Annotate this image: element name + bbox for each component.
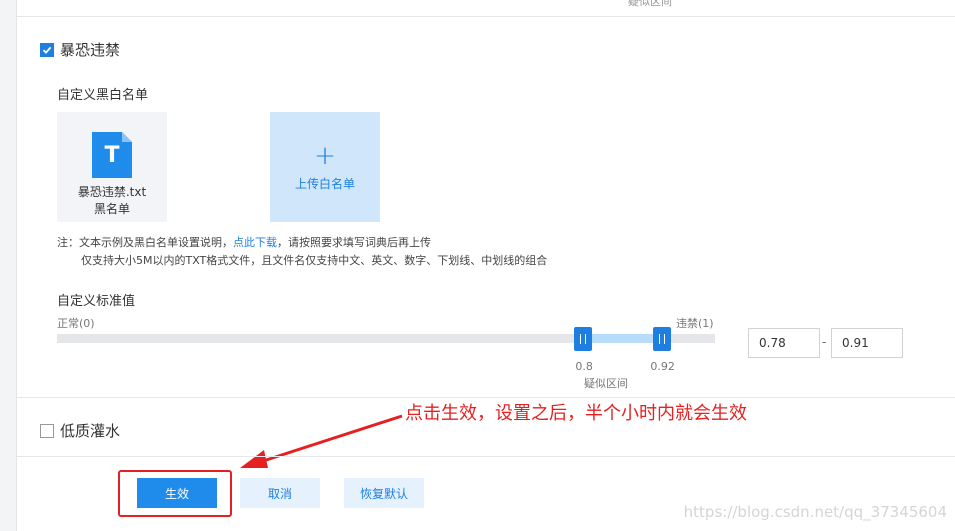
range-dash: - bbox=[822, 335, 827, 349]
footer-divider bbox=[17, 456, 955, 457]
scale-left-label: 正常(0) bbox=[57, 317, 95, 330]
annotation-text: 点击生效，设置之后，半个小时内就会生效 bbox=[405, 403, 747, 424]
note-suffix: ，请按照要求填写词典后再上传 bbox=[277, 236, 431, 249]
section-lowquality-header[interactable]: 低质灌水 bbox=[40, 420, 120, 441]
upload-whitelist-button[interactable]: + 上传白名单 bbox=[270, 112, 380, 222]
annotation-arrow-icon bbox=[240, 414, 403, 468]
top-divider bbox=[17, 16, 955, 17]
upload-whitelist-label: 上传白名单 bbox=[294, 176, 355, 191]
threshold-heading: 自定义标准值 bbox=[57, 294, 136, 309]
check-icon bbox=[42, 46, 52, 54]
handle-low-value: 0.8 bbox=[575, 360, 593, 373]
checkbox-lowquality[interactable] bbox=[40, 423, 54, 438]
checkbox-terror[interactable] bbox=[40, 42, 54, 57]
download-link[interactable]: 点此下载 bbox=[233, 236, 277, 249]
section-terror-header[interactable]: 暴恐违禁 bbox=[40, 39, 120, 60]
left-sidebar-strip bbox=[0, 0, 17, 531]
suspect-range-label: 疑似区间 bbox=[584, 377, 628, 390]
apply-button[interactable]: 生效 bbox=[137, 478, 217, 508]
section-terror-title: 暴恐违禁 bbox=[60, 41, 121, 59]
threshold-slider-track[interactable] bbox=[57, 334, 715, 343]
range-label-previous: 疑似区间 bbox=[628, 0, 672, 8]
section-divider bbox=[17, 397, 955, 398]
cancel-button[interactable]: 取消 bbox=[240, 478, 320, 508]
plus-icon: + bbox=[314, 140, 336, 171]
section-lowquality-title: 低质灌水 bbox=[60, 422, 121, 440]
reset-default-button[interactable]: 恢复默认 bbox=[344, 478, 424, 508]
slider-handle-low[interactable] bbox=[574, 327, 593, 351]
file-list-type: 黑名单 bbox=[93, 202, 130, 216]
slider-handle-high[interactable] bbox=[653, 327, 672, 351]
threshold-high-input[interactable]: 0.91 bbox=[831, 328, 903, 358]
threshold-low-input[interactable]: 0.78 bbox=[748, 328, 820, 358]
blacklist-file-card[interactable]: T 暴恐违禁.txt 黑名单 bbox=[57, 112, 167, 222]
txt-file-icon: T bbox=[92, 132, 132, 178]
file-icon-letter: T bbox=[104, 143, 120, 168]
note-prefix: 注：文本示例及黑白名单设置说明， bbox=[57, 236, 233, 249]
upload-note-line1: 注：文本示例及黑白名单设置说明，点此下载，请按照要求填写词典后再上传 bbox=[57, 234, 431, 250]
scale-right-label: 违禁(1) bbox=[676, 317, 714, 330]
upload-note-line2: 仅支持大小5M以内的TXT格式文件，且文件名仅支持中文、英文、数字、下划线、中划… bbox=[81, 254, 548, 267]
suspect-range-fill bbox=[583, 334, 663, 343]
handle-high-value: 0.92 bbox=[650, 360, 675, 373]
file-name: 暴恐违禁.txt bbox=[77, 185, 147, 199]
blacklist-heading: 自定义黑白名单 bbox=[57, 88, 149, 103]
watermark: https://blog.csdn.net/qq_37345604 bbox=[683, 503, 947, 521]
